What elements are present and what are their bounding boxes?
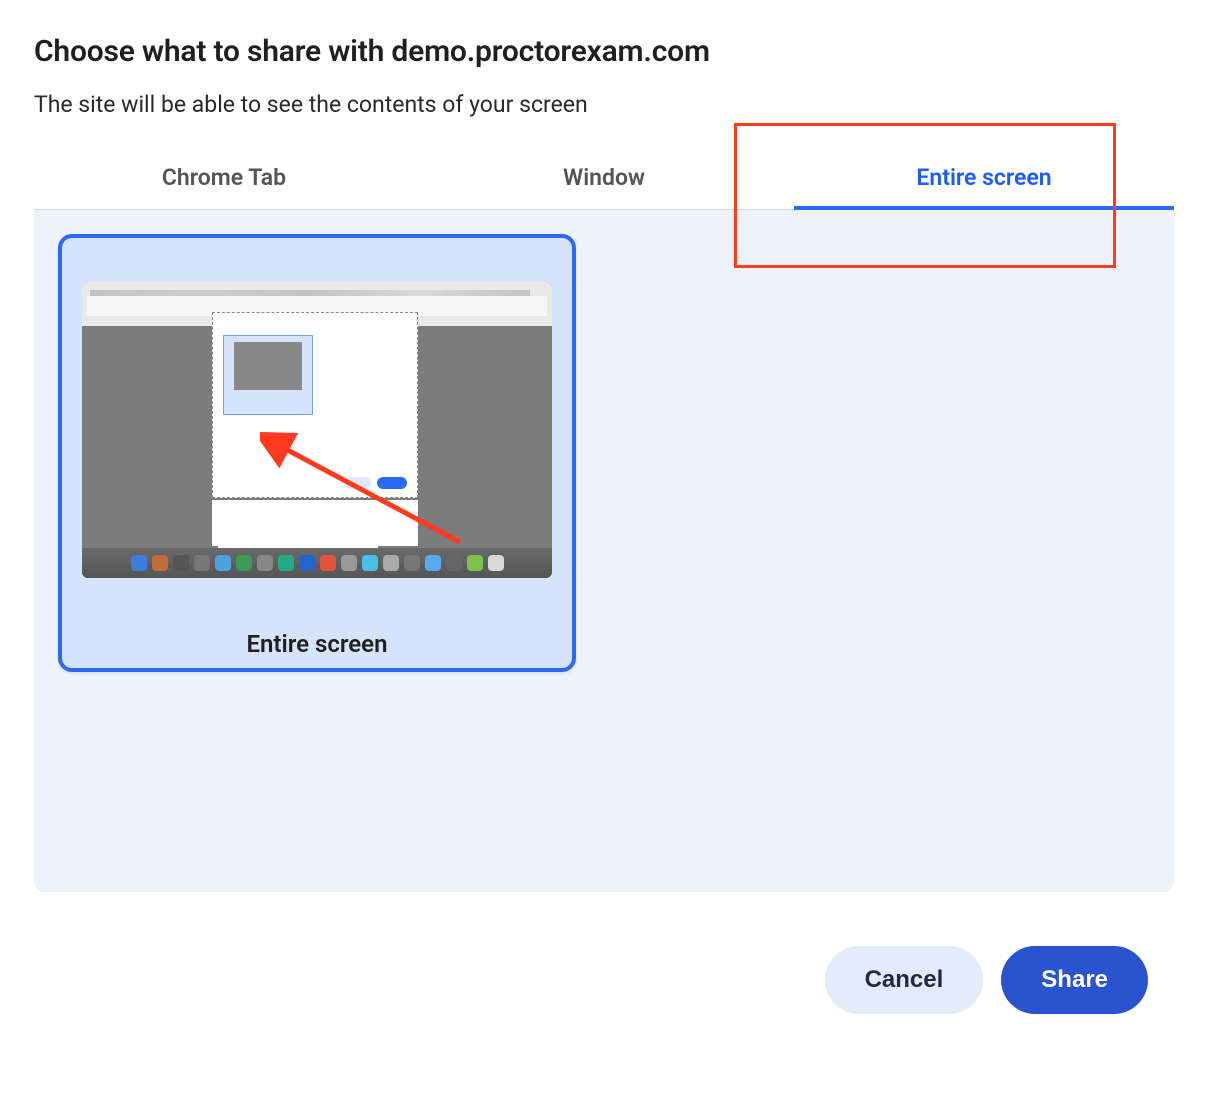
dock-icon [173, 555, 189, 571]
tab-chrome-tab[interactable]: Chrome Tab [34, 146, 414, 209]
dock-icon [467, 555, 483, 571]
tab-window[interactable]: Window [414, 146, 794, 209]
tab-label: Entire screen [916, 164, 1051, 191]
preview-nested-cancel [345, 477, 371, 489]
dock-icon [257, 555, 273, 571]
dock-icon [215, 555, 231, 571]
tab-entire-screen[interactable]: Entire screen [794, 146, 1174, 209]
dock-icon [488, 555, 504, 571]
screen-thumbnail-preview [82, 282, 552, 578]
dialog-subtitle: The site will be able to see the content… [34, 91, 1174, 118]
dialog-title: Choose what to share with demo.proctorex… [34, 34, 1174, 69]
share-button[interactable]: Share [1001, 946, 1148, 1014]
preview-nested-selection [223, 335, 313, 415]
dock-icon [362, 555, 378, 571]
dock-icon [299, 555, 315, 571]
tab-label: Window [563, 164, 645, 191]
dock-icon [341, 555, 357, 571]
dock-icon [152, 555, 168, 571]
dock-icon [320, 555, 336, 571]
share-source-tabs: Chrome Tab Window Entire screen [34, 146, 1174, 210]
preview-nested-share [377, 477, 407, 489]
dock-icon [278, 555, 294, 571]
share-options-panel: Entire screen [34, 210, 1174, 892]
dialog-header: Choose what to share with demo.proctorex… [0, 0, 1208, 146]
screen-thumbnail-card[interactable]: Entire screen [58, 234, 576, 672]
dock-icon [425, 555, 441, 571]
dock-icon [383, 555, 399, 571]
screen-thumbnail-label: Entire screen [62, 630, 572, 658]
dock-icon [194, 555, 210, 571]
dock-icon [404, 555, 420, 571]
tab-label: Chrome Tab [162, 164, 286, 191]
dialog-footer: Cancel Share [825, 946, 1148, 1014]
preview-dock [82, 548, 552, 578]
dock-icon [131, 555, 147, 571]
dock-icon [236, 555, 252, 571]
dock-icon [446, 555, 462, 571]
cancel-button[interactable]: Cancel [825, 946, 984, 1014]
screen-share-dialog: Choose what to share with demo.proctorex… [0, 0, 1208, 1094]
preview-nested-dialog [212, 312, 418, 498]
